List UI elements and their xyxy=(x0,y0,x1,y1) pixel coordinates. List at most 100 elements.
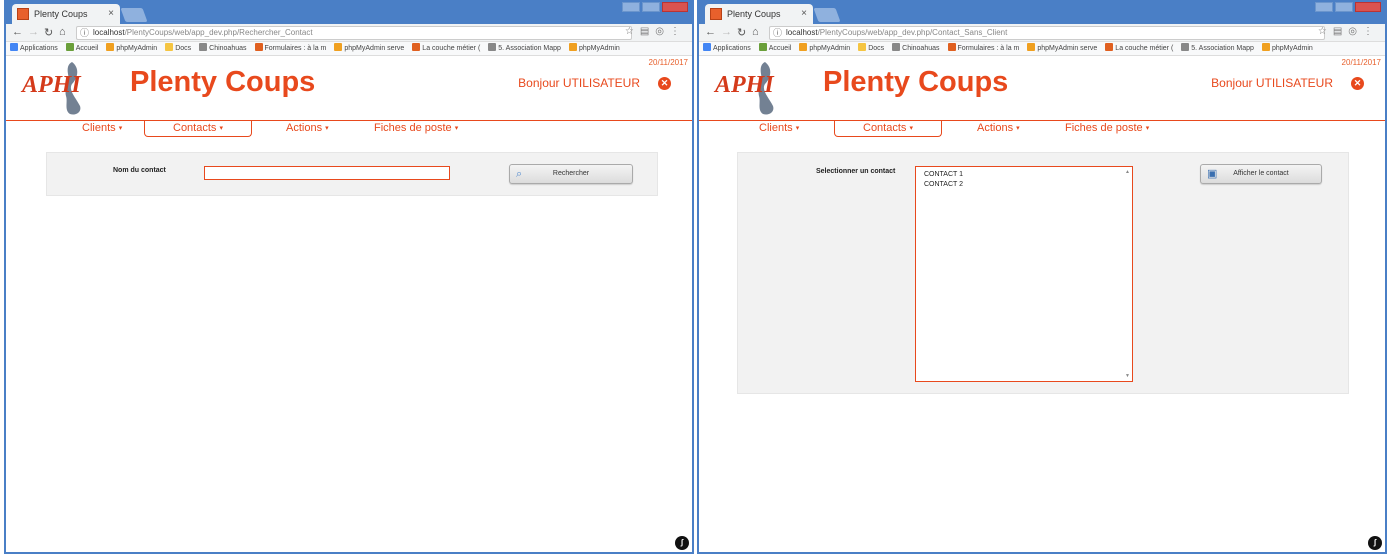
logo-text: APHI xyxy=(20,72,82,98)
menu-fiches-de-poste[interactable]: Fiches de poste ▾ xyxy=(1065,122,1149,134)
bookmark-item[interactable]: Accueil xyxy=(758,42,791,55)
contact-listbox[interactable]: CONTACT 1 CONTACT 2 ▲ ▼ xyxy=(915,166,1133,382)
reload-icon[interactable]: ↻ xyxy=(737,26,746,39)
search-button[interactable]: ⌕ Rechercher xyxy=(509,164,633,184)
caret-down-icon: ▾ xyxy=(325,125,329,132)
app-title: Plenty Coups xyxy=(130,66,316,98)
browser-tab[interactable]: Plenty Coups × xyxy=(705,4,813,24)
bookmark-item[interactable]: phpMyAdmin xyxy=(106,42,158,55)
show-contact-button-label: Afficher le contact xyxy=(1233,170,1289,177)
window-close-button[interactable] xyxy=(1355,2,1381,12)
contact-option[interactable]: CONTACT 1 xyxy=(924,170,1124,180)
menu-actions[interactable]: Actions ▾ xyxy=(977,122,1020,134)
site-info-icon[interactable]: ⓘ xyxy=(773,27,782,39)
search-button-label: Rechercher xyxy=(552,170,590,177)
bookmark-item[interactable]: Docs xyxy=(165,42,191,55)
browser-titlebar: Plenty Coups × xyxy=(6,0,692,24)
back-icon[interactable]: ← xyxy=(705,26,716,38)
bookmark-item[interactable]: Formulaires : à la m xyxy=(254,42,326,55)
logout-icon[interactable]: ✕ xyxy=(658,77,671,90)
bookmark-item[interactable]: phpMyAdmin serve xyxy=(334,42,404,55)
bookmark-item[interactable]: 5. Association Mapp xyxy=(488,42,561,55)
bookmark-label: Applications xyxy=(713,45,751,52)
bookmark-item[interactable]: Formulaires : à la m xyxy=(947,42,1019,55)
logout-icon[interactable]: ✕ xyxy=(1351,77,1364,90)
url-input[interactable]: ⓘ localhost/PlentyCoups/web/app_dev.php/… xyxy=(769,26,1325,40)
page-icon xyxy=(1181,43,1190,51)
browser-titlebar: Plenty Coups × xyxy=(699,0,1385,24)
menu-actions[interactable]: Actions ▾ xyxy=(286,122,329,134)
symfony-debug-icon[interactable]: ʃ xyxy=(675,536,689,550)
tab-close-icon[interactable]: × xyxy=(801,4,807,24)
web-icon xyxy=(412,43,421,51)
scroll-down-icon[interactable]: ▼ xyxy=(1125,373,1130,379)
new-tab-button[interactable] xyxy=(813,8,841,22)
site-info-icon[interactable]: ⓘ xyxy=(80,27,89,39)
bookmark-item[interactable]: La couche métier ( xyxy=(412,42,480,55)
back-icon[interactable]: ← xyxy=(12,26,23,38)
bookmark-item[interactable]: Chinoahuas xyxy=(892,42,940,55)
minimize-button[interactable] xyxy=(622,2,640,12)
bookmark-item[interactable]: Accueil xyxy=(65,42,99,55)
minimize-button[interactable] xyxy=(1315,2,1333,12)
bookmark-label: Docs xyxy=(868,45,885,52)
forward-icon[interactable]: → xyxy=(28,26,39,38)
bookmark-label: phpMyAdmin serve xyxy=(1037,45,1098,52)
url-input[interactable]: ⓘ localhost/PlentyCoups/web/app_dev.php/… xyxy=(76,26,632,40)
forward-icon[interactable]: → xyxy=(721,26,732,38)
bookmark-item[interactable]: phpMyAdmin xyxy=(1261,42,1313,55)
caret-down-icon: ▾ xyxy=(909,125,913,132)
bookmark-item[interactable]: Applications xyxy=(703,42,751,55)
browser-actions-icons[interactable]: ☆▤◎⋮ xyxy=(1318,26,1379,37)
bookmark-item[interactable]: Chinoahuas xyxy=(199,42,247,55)
menu-clients[interactable]: Clients ▾ xyxy=(82,122,122,134)
phpmyadmin-icon xyxy=(568,43,577,51)
window-close-button[interactable] xyxy=(662,2,688,12)
page-icon xyxy=(892,43,901,51)
tab-close-icon[interactable]: × xyxy=(108,4,114,24)
menu-clients[interactable]: Clients ▾ xyxy=(759,122,799,134)
contact-name-input[interactable] xyxy=(204,166,450,180)
menu-fiches-de-poste[interactable]: Fiches de poste ▾ xyxy=(374,122,458,134)
image-icon xyxy=(758,43,767,51)
bookmark-label: Accueil xyxy=(75,45,99,52)
bookmark-label: Applications xyxy=(20,45,58,52)
browser-tab[interactable]: Plenty Coups × xyxy=(12,4,120,24)
app-title: Plenty Coups xyxy=(823,66,1009,98)
bookmark-label: phpMyAdmin xyxy=(116,45,158,52)
menu-label: Actions xyxy=(977,122,1014,134)
browser-actions-icons[interactable]: ☆▤◎⋮ xyxy=(625,26,686,37)
contact-name-label: Nom du contact xyxy=(113,167,166,174)
bookmark-item[interactable]: La couche métier ( xyxy=(1105,42,1174,55)
bookmark-item[interactable]: Applications xyxy=(10,42,58,55)
phpmyadmin-icon xyxy=(334,43,343,51)
search-contact-panel: Nom du contact ⌕ Rechercher xyxy=(46,152,658,196)
contact-option[interactable]: CONTACT 2 xyxy=(924,180,1124,190)
address-bar: ← → ↻ ⌂ ⓘ localhost/PlentyCoups/web/app_… xyxy=(6,24,692,42)
menu-contacts[interactable]: Contacts ▾ xyxy=(144,121,252,137)
maximize-button[interactable] xyxy=(1335,2,1353,12)
show-contact-button[interactable]: ▣ Afficher le contact xyxy=(1200,164,1322,184)
menu-contacts[interactable]: Contacts ▾ xyxy=(834,121,942,137)
bookmark-item[interactable]: phpMyAdmin serve xyxy=(1027,42,1098,55)
bookmark-label: La couche métier ( xyxy=(1115,45,1174,52)
bookmark-item[interactable]: Docs xyxy=(858,42,885,55)
maximize-button[interactable] xyxy=(642,2,660,12)
web-icon xyxy=(254,43,263,51)
symfony-debug-icon[interactable]: ʃ xyxy=(1368,536,1382,550)
bookmark-item[interactable]: phpMyAdmin xyxy=(799,42,850,55)
window-controls xyxy=(1315,2,1381,14)
tab-title: Plenty Coups xyxy=(34,9,88,19)
bookmark-item[interactable]: phpMyAdmin xyxy=(568,42,620,55)
main-menu: Clients ▾ Contacts ▾ Actions ▾ Fiches de… xyxy=(6,121,692,137)
new-tab-button[interactable] xyxy=(120,8,148,22)
reload-icon[interactable]: ↻ xyxy=(44,26,53,39)
caret-down-icon: ▾ xyxy=(1016,125,1020,132)
bookmark-item[interactable]: 5. Association Mapp xyxy=(1181,42,1254,55)
home-icon[interactable]: ⌂ xyxy=(752,26,759,38)
home-icon[interactable]: ⌂ xyxy=(59,26,66,38)
caret-down-icon: ▾ xyxy=(118,125,123,132)
folder-icon xyxy=(858,43,867,51)
aphi-logo: APHI xyxy=(20,62,82,115)
scroll-up-icon[interactable]: ▲ xyxy=(1125,169,1130,175)
